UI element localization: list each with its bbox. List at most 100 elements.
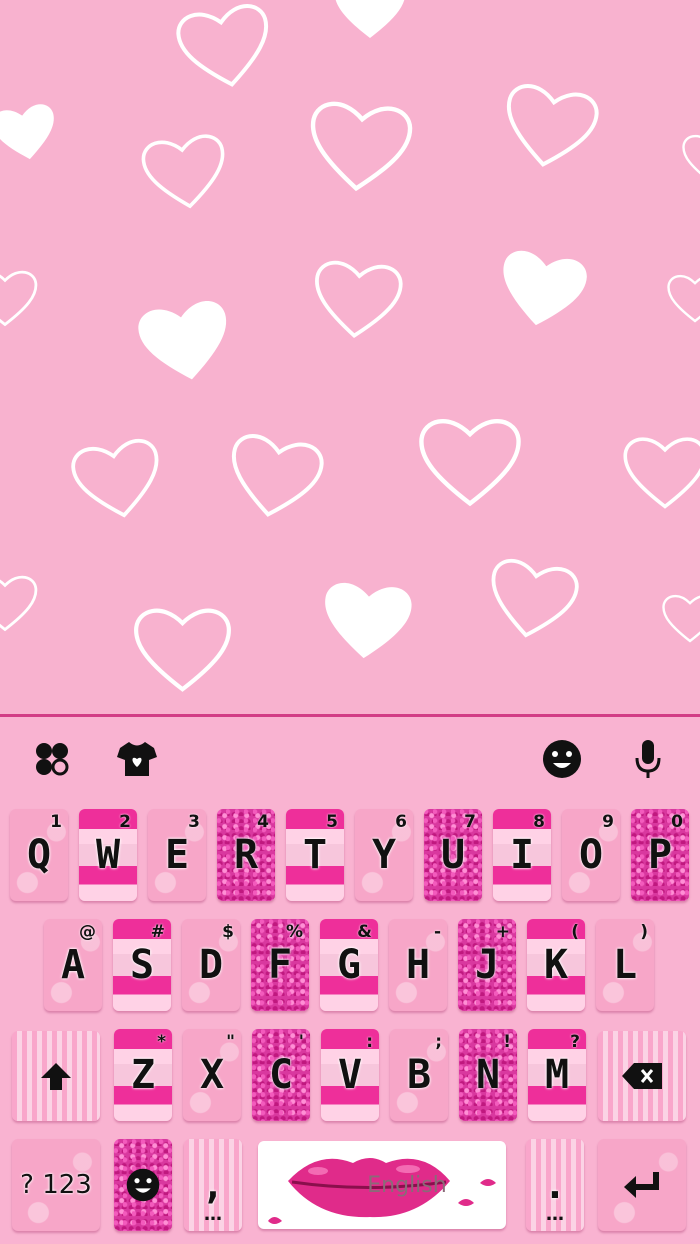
tshirt-icon[interactable] (115, 737, 159, 781)
key-d[interactable]: D $ (182, 919, 240, 1011)
key-b[interactable]: B; (390, 1029, 448, 1121)
emoji-icon[interactable] (540, 737, 584, 781)
heart-outline-icon (0, 575, 38, 632)
heart-filled-icon (0, 104, 54, 160)
key-label: T (302, 832, 328, 878)
heart-outline-icon (176, 4, 269, 87)
key-y[interactable]: Y6 (355, 809, 413, 901)
heart-outline-icon (419, 418, 521, 507)
key-m[interactable]: M? (528, 1029, 586, 1121)
key-hint: ; (435, 1032, 442, 1052)
key-c[interactable]: C ' (252, 1029, 310, 1121)
space-key-label: English (367, 1172, 447, 1198)
key-x[interactable]: X " (183, 1029, 241, 1121)
key-g[interactable]: G & (320, 919, 378, 1011)
key-o[interactable]: O9 (562, 809, 620, 901)
key-hint: 0 (671, 812, 683, 832)
key-label: U (440, 832, 466, 878)
key-l[interactable]: L) (596, 919, 654, 1011)
keyboard: Q1W2E3R4T5Y6U7I8O9P0 A @ S # D $ F% G & H - J + K(L) … (0, 717, 700, 1244)
key-u[interactable]: U7 (424, 809, 482, 901)
key-hint: % (285, 922, 303, 942)
key-label: Z (130, 1052, 156, 1098)
heart-outline-icon (71, 438, 159, 518)
symbols-key-label: ? 123 (20, 1170, 92, 1200)
clover-icon[interactable] (30, 737, 74, 781)
shift-key[interactable] (12, 1031, 100, 1121)
key-label: E (164, 832, 190, 878)
key-e[interactable]: E3 (148, 809, 206, 901)
key-t[interactable]: T5 (286, 809, 344, 901)
key-label: G (336, 942, 362, 988)
heart-outline-icon (134, 608, 231, 692)
enter-icon (624, 1172, 659, 1198)
heart-filled-icon (335, 0, 405, 38)
key-hint: 4 (257, 812, 269, 832)
key-hint: 9 (602, 812, 614, 832)
period-key-label: . (543, 1163, 567, 1207)
key-hint: ( (571, 922, 579, 942)
key-hint: ! (503, 1032, 511, 1052)
key-s[interactable]: S # (113, 919, 171, 1011)
key-hint: ? (570, 1032, 580, 1052)
key-hint: ' (298, 1032, 304, 1052)
key-v[interactable]: V: (321, 1029, 379, 1121)
key-label: N (475, 1052, 501, 1098)
key-label: K (543, 942, 569, 988)
key-hint: & (357, 922, 372, 942)
heart-outline-icon (0, 270, 38, 327)
key-q[interactable]: Q1 (10, 809, 68, 901)
key-label: F (267, 942, 293, 988)
key-hint: ) (640, 922, 648, 942)
period-key[interactable]: . … (526, 1139, 584, 1231)
key-label: Q (26, 832, 52, 878)
heart-outline-icon (310, 101, 413, 192)
key-a[interactable]: A @ (44, 919, 102, 1011)
key-label: C (268, 1052, 294, 1098)
key-hint: 1 (50, 812, 62, 832)
key-hint: 8 (533, 812, 545, 832)
key-p[interactable]: P0 (631, 809, 689, 901)
heart-outline-icon (315, 260, 403, 338)
symbols-key[interactable]: ? 123 (12, 1139, 100, 1231)
key-hint: 7 (464, 812, 476, 832)
heart-outline-icon (231, 434, 324, 517)
key-n[interactable]: N! (459, 1029, 517, 1121)
key-label: V (337, 1052, 363, 1098)
comma-key[interactable]: , … (184, 1139, 242, 1231)
space-key[interactable]: English (258, 1141, 506, 1229)
heart-outline-icon (141, 134, 225, 209)
key-hint: + (495, 922, 510, 942)
key-r[interactable]: R4 (217, 809, 275, 901)
key-z[interactable]: Z * (114, 1029, 172, 1121)
heart-filled-icon (503, 250, 587, 326)
key-label: O (578, 832, 604, 878)
key-label: X (199, 1052, 225, 1098)
key-j[interactable]: J + (458, 919, 516, 1011)
emoji-key[interactable] (114, 1139, 172, 1231)
key-f[interactable]: F% (251, 919, 309, 1011)
key-label: H (405, 942, 431, 988)
key-h[interactable]: H- (389, 919, 447, 1011)
key-hint: # (150, 922, 165, 942)
backspace-key[interactable] (598, 1031, 686, 1121)
key-hint: $ (222, 922, 234, 942)
emoji-key-icon (126, 1168, 160, 1202)
key-label: L (612, 942, 638, 988)
heart-outline-icon (667, 274, 700, 323)
heart-outline-icon (491, 558, 579, 638)
enter-key[interactable] (598, 1139, 686, 1231)
microphone-icon[interactable] (626, 737, 670, 781)
key-i[interactable]: I8 (493, 809, 551, 901)
heart-outline-icon (682, 134, 700, 175)
key-label: P (647, 832, 673, 878)
key-w[interactable]: W2 (79, 809, 137, 901)
key-hint: * (157, 1032, 166, 1052)
wallpaper-hearts (0, 0, 700, 716)
key-hint: 2 (119, 812, 131, 832)
key-label: B (406, 1052, 432, 1098)
key-hint: @ (79, 922, 96, 942)
key-label: A (60, 942, 86, 988)
key-k[interactable]: K( (527, 919, 585, 1011)
heart-filled-icon (138, 301, 227, 380)
